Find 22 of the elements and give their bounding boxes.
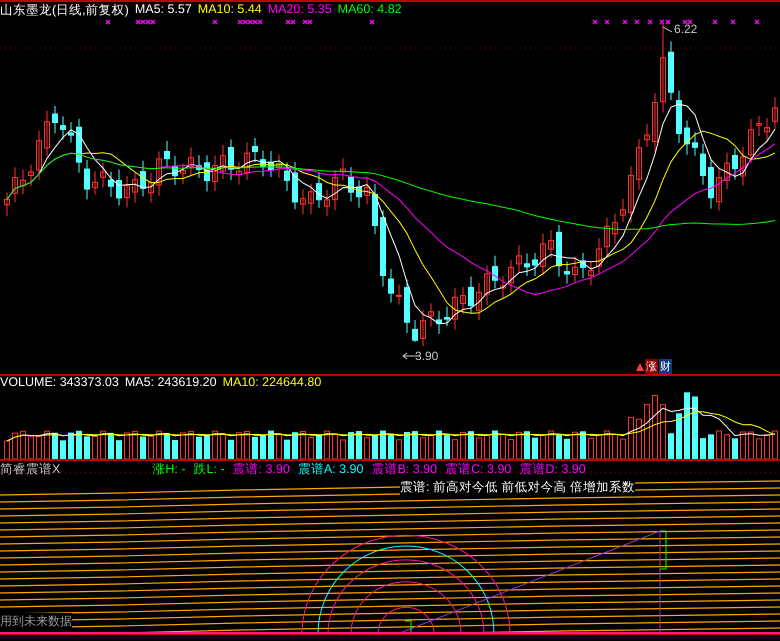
indicator-reading: VOLUME: 343373.03 [0,375,119,389]
indicator-reading: MA60: 4.82 [338,2,402,18]
signal-badge: 涨 [645,359,658,374]
indicator-reading: MA20: 5.35 [268,2,332,18]
indicator-reading: 涨H: - [152,461,186,478]
indicator-reading: 震谱D: 3.90 [519,461,586,478]
indicator-reading: MA10: 224644.80 [222,375,322,389]
indicator-reading: MA5: 5.57 [134,2,192,18]
indicator-note: 震谱: 前高对今低 前低对今高 倍增加系数 [400,479,635,496]
indicator-title: 简睿震谱X [0,461,60,478]
high-price-label: 6.22 [674,22,698,36]
indicator-reading: 震谱A: 3.90 [298,461,364,478]
indicator-reading: MA5: 243619.20 [124,375,217,389]
stock-title: 山东墨龙(日线,前复权) [0,2,129,19]
indicator-reading: MA10: 5.44 [198,2,262,18]
low-price-label: 3.90 [415,349,438,363]
indicator-reading: 震谱C: 3.90 [445,461,512,478]
indicator-reading: 震谱: 3.90 [232,461,290,478]
indicator-reading: 跌L: - [193,461,225,478]
indicator-reading: 震谱B: 3.90 [371,461,438,478]
signal-badge: 财 [659,359,672,374]
indicator-footnote: 用到未来数据 [0,613,72,630]
